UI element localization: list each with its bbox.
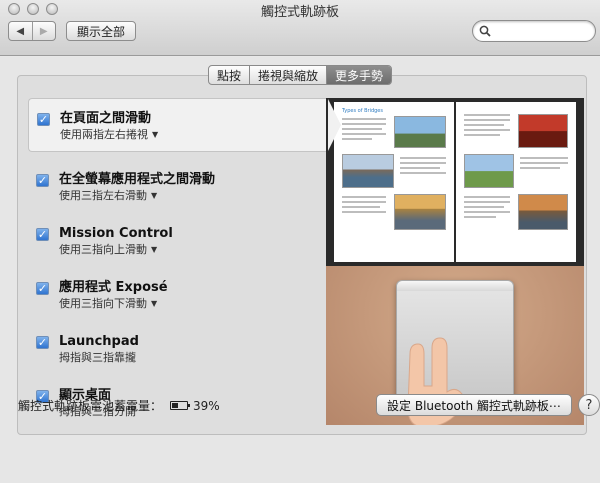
forward-arrow-icon: ▶ <box>39 25 48 37</box>
tab-scroll-and-zoom[interactable]: 捲視與縮放 <box>249 66 326 84</box>
checkbox-mission-control[interactable]: ✓ <box>36 228 49 241</box>
dropdown-triangle-icon: ▼ <box>151 299 158 308</box>
show-all-button[interactable]: 顯示全部 <box>66 21 136 41</box>
bridge-photo <box>518 194 568 230</box>
book-page-right <box>456 102 576 262</box>
gestures-panel: ✓ 在頁面之間滑動 使用兩指左右捲視 ▼ ✓ 在全螢幕應用程式之間滑動 使用三指左… <box>17 75 587 435</box>
window-title: 觸控式軌跡板 <box>260 5 339 20</box>
dropdown-triangle-icon: ▼ <box>151 245 158 254</box>
dropdown-triangle-icon: ▼ <box>151 191 158 200</box>
tab-more-gestures[interactable]: 更多手勢 <box>326 66 392 84</box>
bridge-photo <box>394 116 446 148</box>
gesture-option-dropdown[interactable]: 使用三指向下滑動 ▼ <box>59 296 168 311</box>
tab-point-and-click[interactable]: 點按 <box>209 66 249 84</box>
gesture-title: Mission Control <box>59 226 173 241</box>
dropdown-triangle-icon: ▼ <box>152 130 159 139</box>
gesture-item-swipe-between-fullscreen-apps[interactable]: ✓ 在全螢幕應用程式之間滑動 使用三指左右滑動 ▼ <box>28 152 328 206</box>
checkbox-launchpad[interactable]: ✓ <box>36 336 49 349</box>
gesture-description: 拇指與三指靠攏 <box>59 351 136 364</box>
checkbox-swipe-between-fullscreen-apps[interactable]: ✓ <box>36 174 49 187</box>
battery-level-fill <box>172 403 179 408</box>
battery-label: 觸控式軌跡板電池蓄電量： <box>18 399 163 413</box>
bridge-photo <box>342 154 394 188</box>
bridge-photo <box>518 114 568 148</box>
gesture-title: 在全螢幕應用程式之間滑動 <box>59 172 216 187</box>
gesture-item-mission-control[interactable]: ✓ Mission Control 使用三指向上滑動 ▼ <box>28 206 328 260</box>
gesture-title: 應用程式 Exposé <box>59 280 168 295</box>
battery-status: 觸控式軌跡板電池蓄電量： 39% <box>18 397 220 414</box>
book-heading: Types of Bridges <box>342 108 383 114</box>
gesture-item-swipe-between-pages[interactable]: ✓ 在頁面之間滑動 使用兩指左右捲視 ▼ <box>28 98 342 152</box>
help-button[interactable]: ? <box>578 394 600 416</box>
tab-bar: 點按 捲視與縮放 更多手勢 <box>208 65 393 85</box>
checkbox-app-expose[interactable]: ✓ <box>36 282 49 295</box>
gesture-title: Launchpad <box>59 334 139 349</box>
gesture-list: ✓ 在頁面之間滑動 使用兩指左右捲視 ▼ ✓ 在全螢幕應用程式之間滑動 使用三指左… <box>28 98 342 422</box>
battery-percent: 39% <box>193 398 220 413</box>
back-arrow-icon: ◀ <box>16 25 25 37</box>
window-toolbar: 觸控式軌跡板 ◀ ▶ 顯示全部 <box>0 0 600 56</box>
checkbox-swipe-between-pages[interactable]: ✓ <box>37 113 50 126</box>
preference-pane: 點按 捲視與縮放 更多手勢 ✓ 在頁面之間滑動 使用兩指左右捲視 ▼ ✓ 在全螢幕… <box>0 57 600 483</box>
gesture-item-launchpad[interactable]: ✓ Launchpad 拇指與三指靠攏 <box>28 314 328 368</box>
gesture-preview-video: Types of Bridges <box>326 98 584 425</box>
gesture-item-app-expose[interactable]: ✓ 應用程式 Exposé 使用三指向下滑動 ▼ <box>28 260 328 314</box>
back-forward-group: ◀ ▶ <box>8 21 56 41</box>
bridge-photo <box>464 154 514 188</box>
forward-button[interactable]: ▶ <box>31 22 56 40</box>
search-field[interactable] <box>472 20 596 42</box>
ebook-preview: Types of Bridges <box>326 98 584 266</box>
search-input[interactable] <box>493 23 589 39</box>
bridge-photo <box>394 194 446 230</box>
back-button[interactable]: ◀ <box>9 22 32 40</box>
book-page-left: Types of Bridges <box>334 102 454 262</box>
gesture-option-dropdown[interactable]: 使用三指左右滑動 ▼ <box>59 188 215 203</box>
search-icon <box>479 25 491 37</box>
setup-bluetooth-trackpad-button[interactable]: 設定 Bluetooth 觸控式軌跡板⋯ <box>376 394 572 416</box>
gesture-option-dropdown[interactable]: 使用兩指左右捲視 ▼ <box>60 127 158 142</box>
gesture-title: 在頁面之間滑動 <box>60 111 152 126</box>
battery-icon <box>170 401 191 410</box>
gesture-option-dropdown[interactable]: 使用三指向上滑動 ▼ <box>59 242 173 257</box>
